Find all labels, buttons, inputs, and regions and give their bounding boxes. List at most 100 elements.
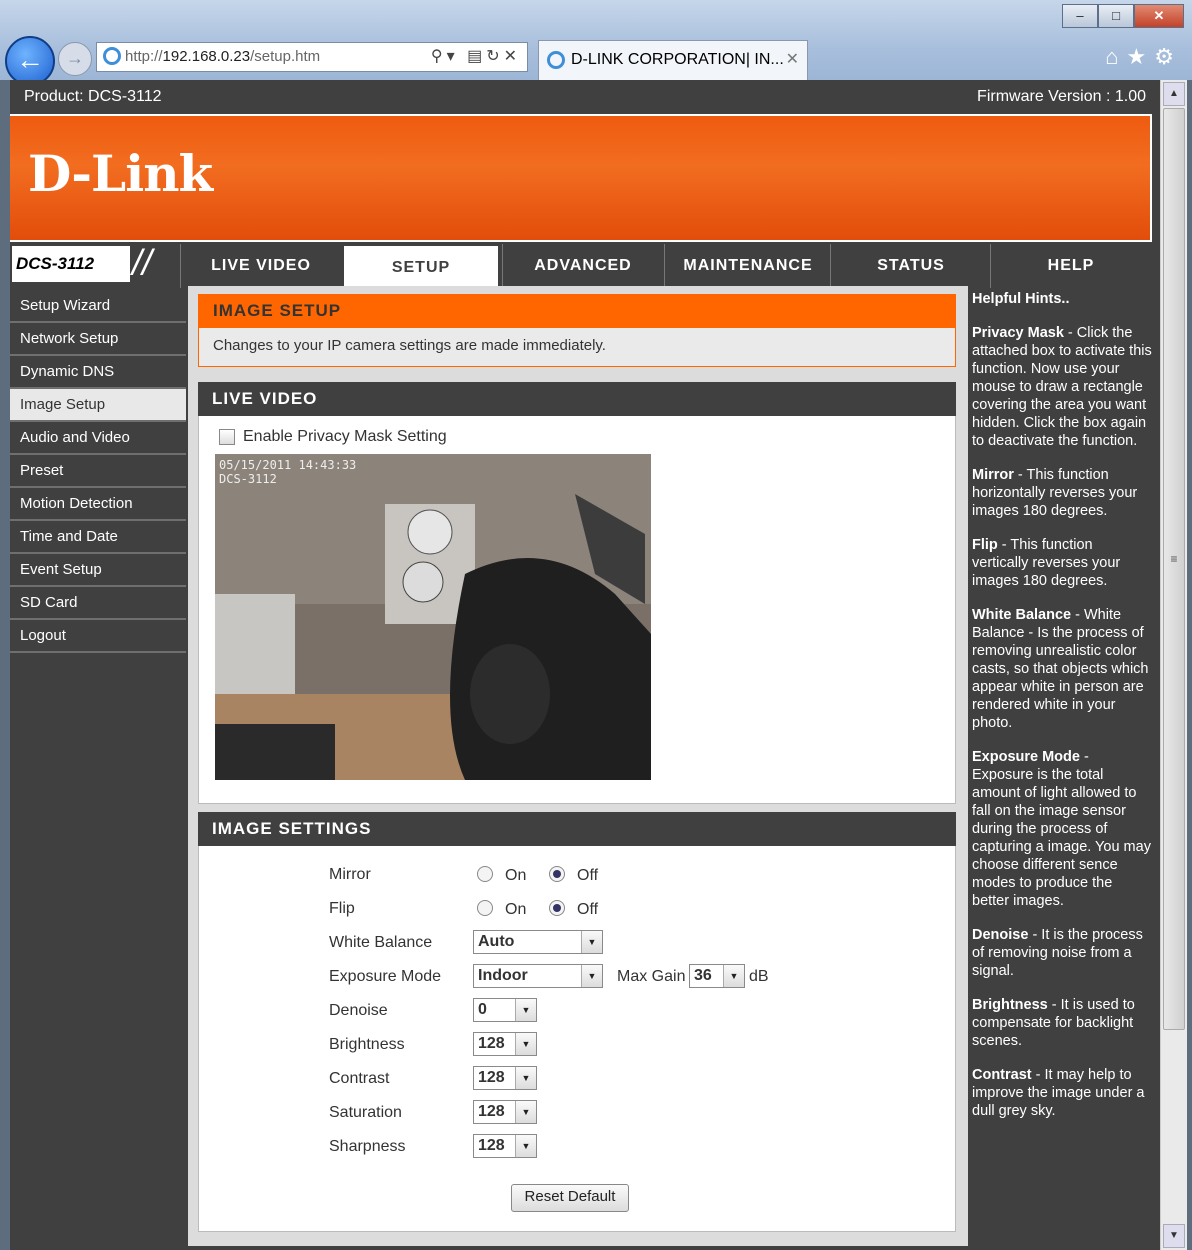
white-balance-label: White Balance — [329, 934, 433, 951]
address-tools[interactable]: ⚲▾ ▤↻✕ — [431, 43, 521, 71]
mirror-off-radio[interactable] — [549, 866, 565, 882]
sidebar-item-setup-wizard[interactable]: Setup Wizard — [10, 290, 186, 323]
chevron-down-icon: ▼ — [515, 1067, 536, 1089]
flip-on-radio[interactable] — [477, 900, 493, 916]
refresh-icon: ↻ — [486, 48, 504, 65]
sidebar-item-audio-video[interactable]: Audio and Video — [10, 422, 186, 455]
minimize-button[interactable]: – — [1062, 4, 1098, 28]
reset-default-button[interactable]: Reset Default — [511, 1184, 629, 1212]
mirror-on-radio[interactable] — [477, 866, 493, 882]
chevron-down-icon: ▼ — [515, 1101, 536, 1123]
sidebar-item-dynamic-dns[interactable]: Dynamic DNS — [10, 356, 186, 389]
model-label: DCS-3112 — [12, 246, 130, 282]
camera-image — [215, 454, 651, 780]
favorites-star-icon[interactable]: ★ — [1127, 44, 1155, 69]
mirror-on-label: On — [505, 867, 527, 884]
maximize-button[interactable]: □ — [1098, 4, 1134, 28]
browser-tab[interactable]: D-LINK CORPORATION| IN... ✕ — [538, 40, 808, 80]
compat-icon: ▤ — [467, 48, 487, 65]
scroll-down-icon[interactable]: ▼ — [1163, 1224, 1185, 1248]
hint-privacy-mask: Privacy Mask - Click the attached box to… — [972, 325, 1152, 449]
white-balance-select[interactable]: Auto ▼ — [473, 930, 603, 954]
chevron-down-icon: ▼ — [581, 931, 602, 953]
hint-white-balance: White Balance - White Balance - Is the p… — [972, 607, 1149, 731]
hint-contrast: Contrast - It may help to improve the im… — [972, 1067, 1145, 1119]
chevron-down-icon: ▼ — [515, 1033, 536, 1055]
exposure-row: Exposure Mode Indoor ▼ Max Gain 36 ▼ dB — [329, 964, 789, 990]
tab-advanced[interactable]: ADVANCED — [502, 244, 663, 288]
helpful-hints: Helpful Hints.. Privacy Mask - Click the… — [972, 290, 1152, 1136]
chevron-down-icon: ▼ — [515, 1135, 536, 1157]
privacy-mask-checkbox[interactable] — [219, 428, 235, 445]
scroll-thumb[interactable]: ≡ — [1163, 108, 1185, 1030]
tab-setup[interactable]: SETUP — [342, 244, 500, 288]
chevron-down-icon: ▼ — [515, 999, 536, 1021]
privacy-mask-option: Enable Privacy Mask Setting — [219, 428, 447, 446]
sidebar-item-preset[interactable]: Preset — [10, 455, 186, 488]
image-settings-section: IMAGE SETTINGS Mirror On Off Flip On Off — [198, 812, 956, 1232]
flip-on-label: On — [505, 901, 527, 918]
forward-button[interactable]: → — [58, 42, 92, 76]
top-info-bar: Product: DCS-3112 Firmware Version : 1.0… — [10, 80, 1160, 114]
tab-status[interactable]: STATUS — [830, 244, 991, 288]
main-content: IMAGE SETUP Changes to your IP camera se… — [188, 286, 968, 1246]
saturation-label: Saturation — [329, 1104, 402, 1121]
tab-title: D-LINK CORPORATION| IN... — [571, 51, 784, 68]
exposure-select[interactable]: Indoor ▼ — [473, 964, 603, 988]
sharpness-select[interactable]: 128 ▼ — [473, 1134, 537, 1158]
browser-chrome: – □ ✕ ← → http://192.168.0.23/setup.htm … — [0, 0, 1192, 86]
product-name: Product: DCS-3112 — [24, 88, 162, 105]
stop-icon: ✕ — [503, 48, 521, 65]
denoise-select[interactable]: 0 ▼ — [473, 998, 537, 1022]
tab-help[interactable]: HELP — [990, 244, 1151, 288]
sidebar-item-event-setup[interactable]: Event Setup — [10, 554, 186, 587]
home-icon[interactable]: ⌂ — [1105, 44, 1126, 69]
live-video-section: LIVE VIDEO Enable Privacy Mask Setting 0… — [198, 382, 956, 804]
slashes-decoration: // — [132, 242, 153, 283]
sidebar-item-sd-card[interactable]: SD Card — [10, 587, 186, 620]
osd-camera-name: DCS-3112 — [219, 472, 277, 486]
camera-live-view[interactable]: 05/15/2011 14:43:33 DCS-3112 — [215, 454, 651, 780]
sidebar-item-motion-detection[interactable]: Motion Detection — [10, 488, 186, 521]
sidebar-item-logout[interactable]: Logout — [10, 620, 186, 653]
sidebar-item-network-setup[interactable]: Network Setup — [10, 323, 186, 356]
video-osd: 05/15/2011 14:43:33 DCS-3112 — [219, 458, 356, 486]
mirror-label: Mirror — [329, 866, 371, 883]
back-button[interactable]: ← — [5, 36, 55, 86]
flip-off-radio[interactable] — [549, 900, 565, 916]
saturation-select[interactable]: 128 ▼ — [473, 1100, 537, 1124]
sidebar-item-time-date[interactable]: Time and Date — [10, 521, 186, 554]
chevron-down-icon: ▼ — [581, 965, 602, 987]
db-unit-label: dB — [749, 968, 769, 985]
sidebar-item-image-setup[interactable]: Image Setup — [10, 389, 186, 422]
hint-brightness: Brightness - It is used to compensate fo… — [972, 997, 1135, 1049]
scroll-up-icon[interactable]: ▲ — [1163, 82, 1185, 106]
window-controls: – □ ✕ — [1062, 4, 1184, 28]
mirror-off-label: Off — [577, 867, 599, 884]
brightness-select[interactable]: 128 ▼ — [473, 1032, 537, 1056]
osd-timestamp: 05/15/2011 14:43:33 — [219, 458, 357, 472]
tab-live-video[interactable]: LIVE VIDEO — [180, 244, 341, 288]
tab-close-icon[interactable]: ✕ — [786, 41, 799, 79]
tab-maintenance[interactable]: MAINTENANCE — [664, 244, 831, 288]
close-window-button[interactable]: ✕ — [1134, 4, 1184, 28]
max-gain-select[interactable]: 36 ▼ — [689, 964, 745, 988]
back-arrow-icon: ← — [16, 44, 44, 75]
exposure-label: Exposure Mode — [329, 968, 442, 985]
privacy-mask-label: Enable Privacy Mask Setting — [243, 428, 447, 445]
hint-exposure-mode: Exposure Mode - Exposure is the total am… — [972, 749, 1151, 909]
gear-icon[interactable]: ⚙ — [1154, 44, 1182, 69]
ie-tab-icon — [547, 50, 565, 69]
image-setup-section: IMAGE SETUP Changes to your IP camera se… — [198, 294, 956, 367]
max-gain-label: Max Gain — [617, 968, 686, 985]
brightness-label: Brightness — [329, 1036, 405, 1053]
sidebar: Setup Wizard Network Setup Dynamic DNS I… — [10, 290, 186, 653]
live-video-panel: Enable Privacy Mask Setting 05/15/2011 1… — [198, 416, 956, 804]
contrast-select[interactable]: 128 ▼ — [473, 1066, 537, 1090]
hint-denoise: Denoise - It is the process of removing … — [972, 927, 1143, 979]
image-settings-panel: Mirror On Off Flip On Off White Balance — [198, 846, 956, 1232]
hints-title: Helpful Hints.. — [972, 291, 1070, 307]
main-nav: DCS-3112 // LIVE VIDEO SETUP ADVANCED MA… — [10, 242, 1150, 290]
address-bar[interactable]: http://192.168.0.23/setup.htm ⚲▾ ▤↻✕ — [96, 42, 528, 72]
vertical-scrollbar[interactable]: ▲ ≡ ▼ — [1160, 80, 1187, 1250]
